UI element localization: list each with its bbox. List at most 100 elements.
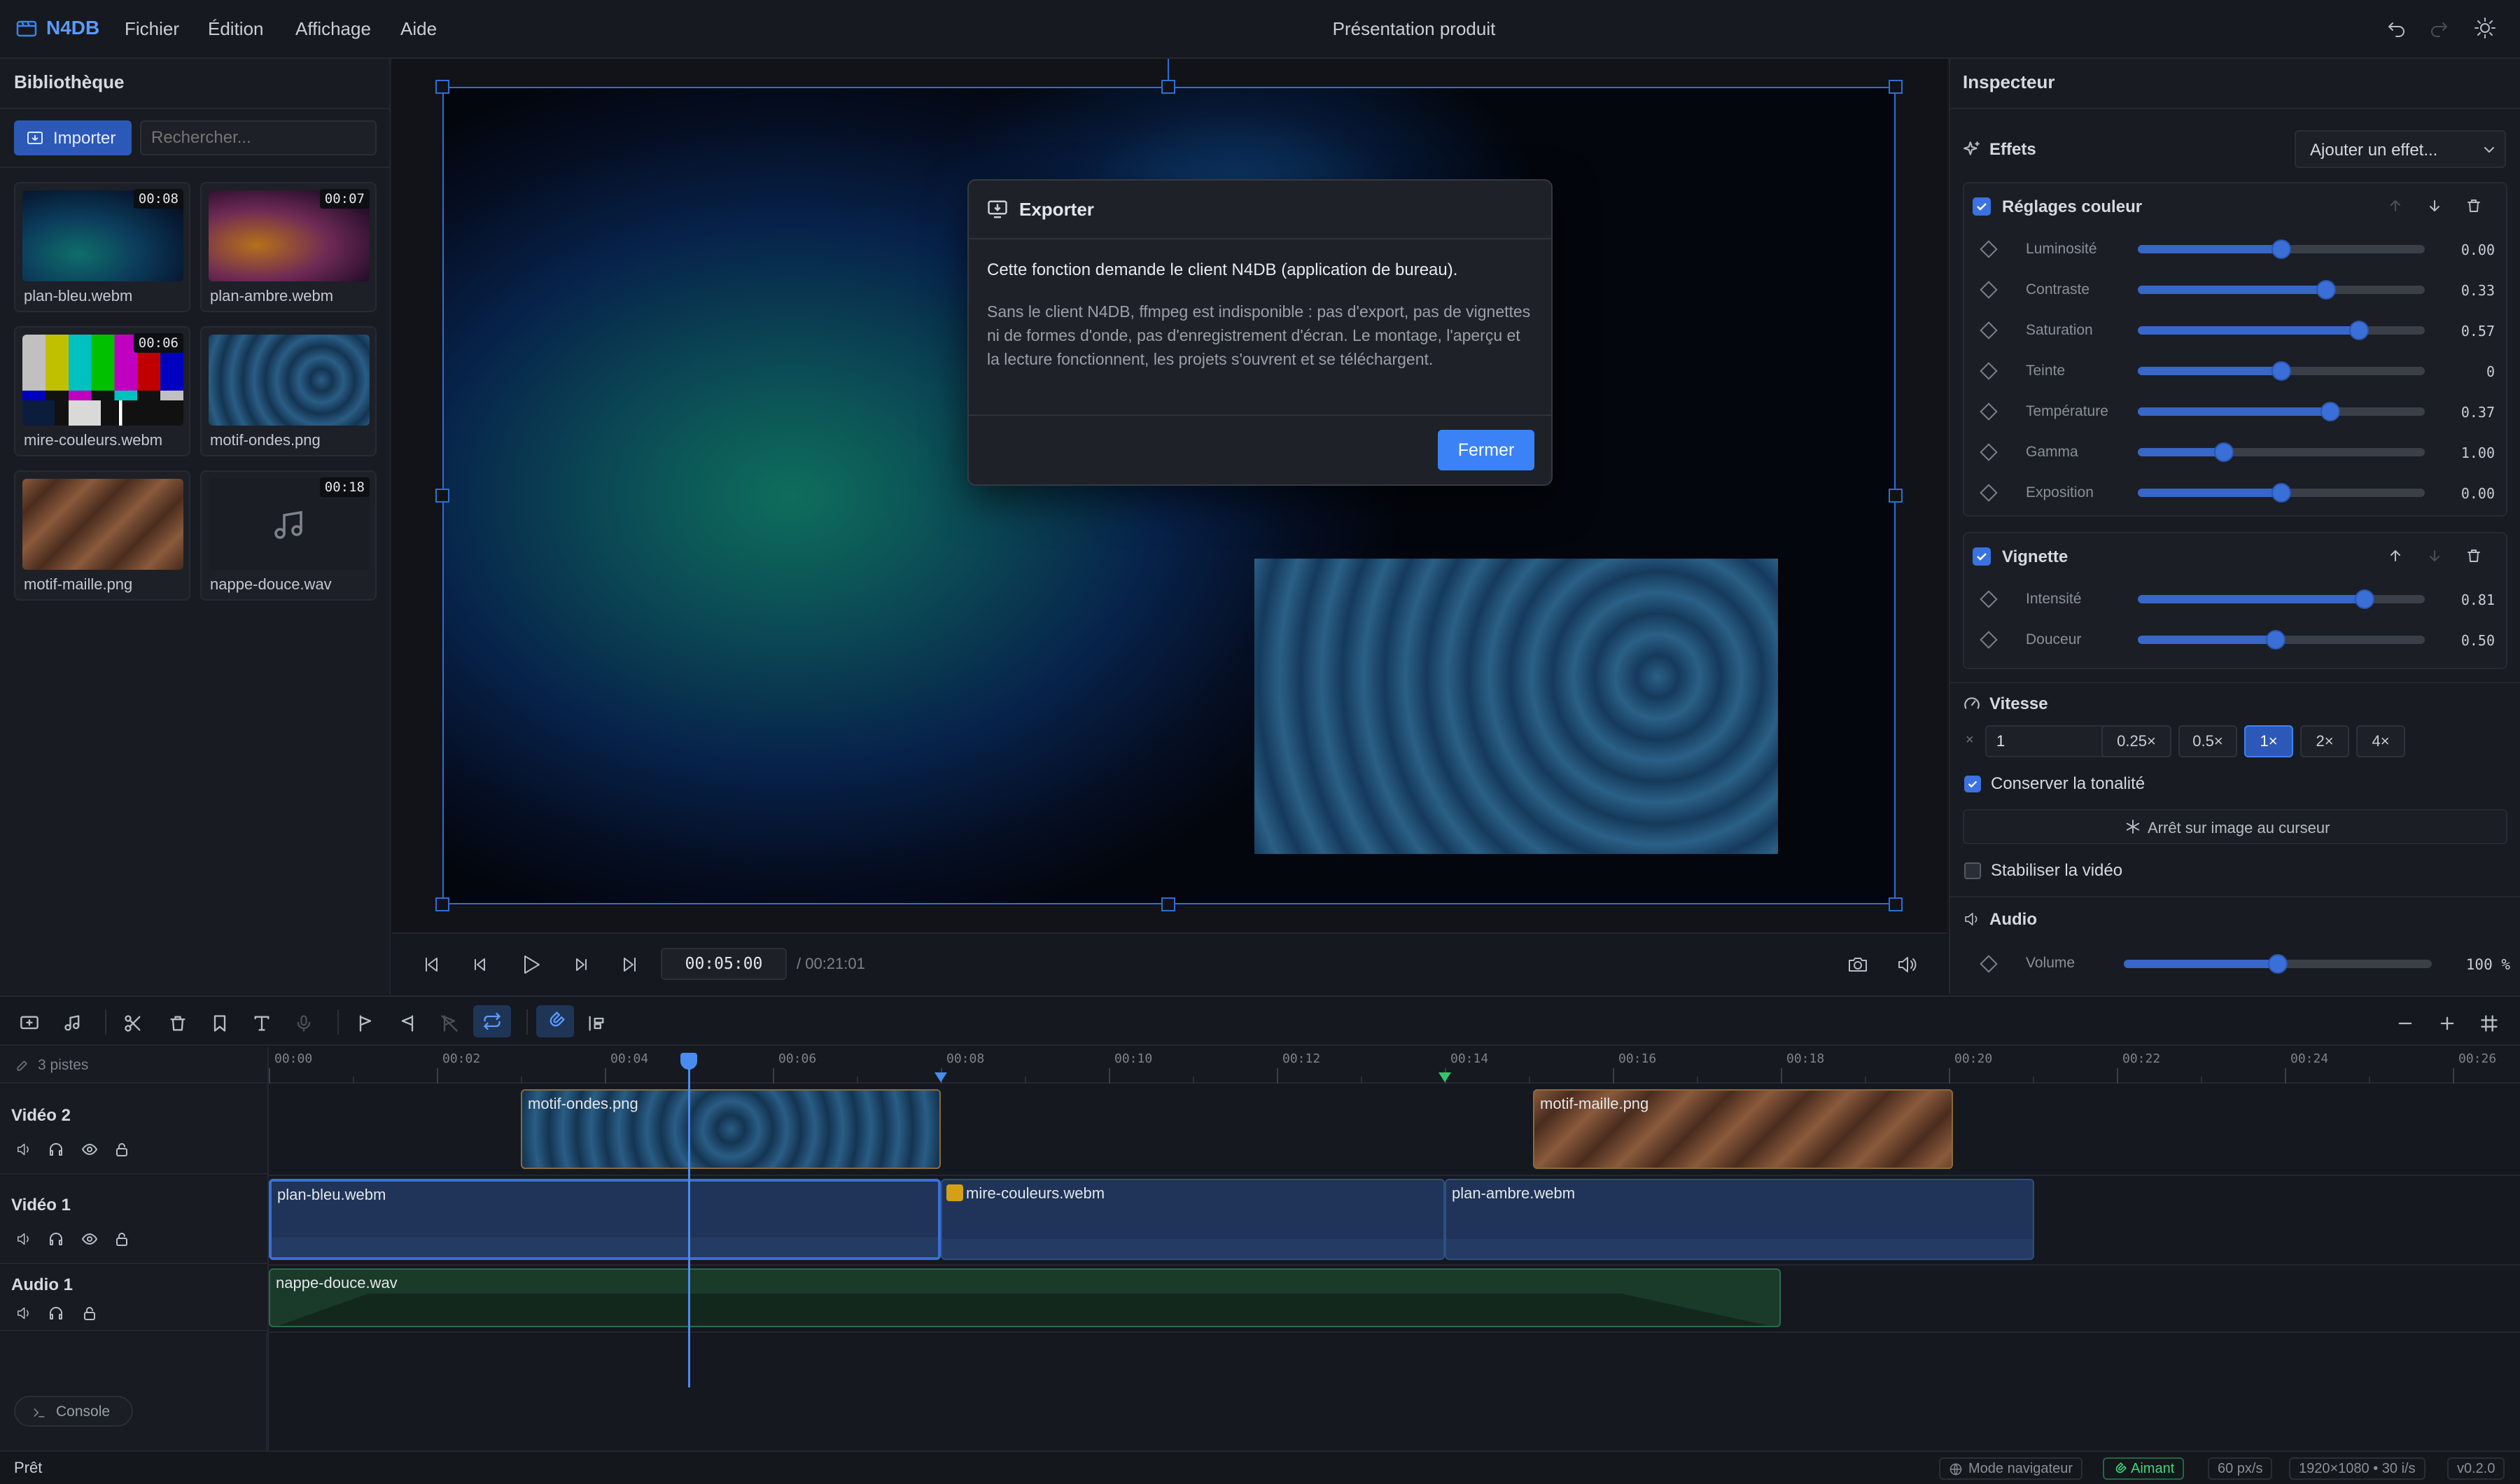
resize-handle[interactable] bbox=[1161, 80, 1175, 94]
resize-handle[interactable] bbox=[1889, 80, 1903, 94]
param-slider[interactable] bbox=[2138, 360, 2425, 382]
mark-out-icon[interactable] bbox=[398, 1014, 417, 1033]
clear-marks-icon[interactable] bbox=[440, 1014, 459, 1033]
magnet-badge[interactable]: Aimant bbox=[2103, 1457, 2185, 1480]
import-button[interactable]: Importer bbox=[14, 120, 132, 155]
keyframe-icon[interactable] bbox=[1980, 362, 1998, 380]
resize-handle[interactable] bbox=[1161, 897, 1175, 911]
color-enabled-checkbox[interactable] bbox=[1973, 197, 1991, 216]
redo-icon[interactable] bbox=[2428, 17, 2450, 39]
volume-slider[interactable] bbox=[2124, 953, 2432, 974]
magnet-toggle[interactable] bbox=[536, 1005, 574, 1037]
move-down-icon[interactable] bbox=[2426, 547, 2443, 564]
timeline-clip[interactable]: nappe-douce.wav bbox=[269, 1268, 1781, 1327]
lock-icon[interactable] bbox=[81, 1305, 98, 1322]
timeline-marker[interactable] bbox=[934, 1072, 947, 1082]
timeline-clip[interactable]: motif-maille.png bbox=[1533, 1089, 1953, 1169]
menu-view[interactable]: Affichage bbox=[295, 18, 371, 40]
keyframe-icon[interactable] bbox=[1980, 240, 1998, 258]
step-back-icon[interactable] bbox=[469, 953, 491, 976]
keyframe-icon[interactable] bbox=[1980, 443, 1998, 461]
mute-icon[interactable] bbox=[15, 1305, 32, 1322]
zoom-out-icon[interactable] bbox=[2395, 1014, 2415, 1033]
microphone-icon[interactable] bbox=[294, 1014, 314, 1033]
param-slider[interactable] bbox=[2138, 320, 2425, 341]
text-icon[interactable] bbox=[252, 1014, 272, 1033]
zoom-in-icon[interactable] bbox=[2437, 1014, 2457, 1033]
menu-help[interactable]: Aide bbox=[400, 18, 437, 40]
speed-preset-button[interactable]: 2× bbox=[2300, 725, 2349, 757]
undo-icon[interactable] bbox=[2386, 17, 2408, 39]
keyframe-icon[interactable] bbox=[1980, 631, 1998, 649]
ripple-icon[interactable] bbox=[587, 1014, 606, 1033]
search-input[interactable] bbox=[140, 120, 377, 155]
resize-handle[interactable] bbox=[435, 489, 449, 503]
param-slider[interactable] bbox=[2138, 239, 2425, 260]
keyframe-icon[interactable] bbox=[1980, 484, 1998, 502]
skip-start-icon[interactable] bbox=[420, 953, 442, 976]
console-button[interactable]: Console bbox=[14, 1396, 133, 1427]
trash-icon[interactable] bbox=[2465, 197, 2482, 214]
keyframe-icon[interactable] bbox=[1980, 402, 1998, 421]
current-time[interactable]: 00:05:00 bbox=[661, 948, 787, 980]
mark-in-icon[interactable] bbox=[356, 1014, 375, 1033]
speed-preset-button-active[interactable]: 1× bbox=[2244, 725, 2293, 757]
resize-handle[interactable] bbox=[1889, 897, 1903, 911]
param-slider[interactable] bbox=[2138, 629, 2425, 650]
time-ruler[interactable] bbox=[269, 1047, 2520, 1084]
scissors-icon[interactable] bbox=[123, 1014, 143, 1033]
trash-icon[interactable] bbox=[168, 1014, 188, 1033]
mute-icon[interactable] bbox=[15, 1231, 32, 1247]
vignette-enabled-checkbox[interactable] bbox=[1973, 547, 1991, 566]
move-down-icon[interactable] bbox=[2426, 197, 2443, 214]
headphones-icon[interactable] bbox=[48, 1231, 64, 1247]
loop-toggle[interactable] bbox=[473, 1005, 511, 1037]
camera-icon[interactable] bbox=[1847, 953, 1869, 976]
library-item[interactable]: 00:07 plan-ambre.webm bbox=[200, 182, 377, 312]
speed-preset-button[interactable]: 4× bbox=[2356, 725, 2405, 757]
headphones-icon[interactable] bbox=[48, 1305, 64, 1322]
timeline-clip[interactable]: mire-couleurs.webm bbox=[941, 1179, 1445, 1260]
playhead-line[interactable] bbox=[688, 1068, 690, 1387]
keyframe-icon[interactable] bbox=[1980, 281, 1998, 299]
add-video-track-icon[interactable] bbox=[20, 1014, 39, 1033]
volume-icon[interactable] bbox=[1896, 953, 1918, 976]
eye-icon[interactable] bbox=[81, 1141, 98, 1158]
trash-icon[interactable] bbox=[2465, 547, 2482, 564]
timeline-area[interactable]: 00:00 00:02 00:04 00:06 00:08 00:10 00:12 00:14… bbox=[269, 1047, 2520, 1459]
keep-pitch-checkbox[interactable] bbox=[1964, 776, 1981, 792]
bookmark-icon[interactable] bbox=[210, 1014, 230, 1033]
library-item[interactable]: 00:08 plan-bleu.webm bbox=[14, 182, 190, 312]
lock-icon[interactable] bbox=[113, 1231, 130, 1247]
headphones-icon[interactable] bbox=[48, 1141, 64, 1158]
speed-preset-button[interactable]: 0.5× bbox=[2178, 725, 2237, 757]
move-up-icon[interactable] bbox=[2387, 547, 2404, 564]
add-audio-track-icon[interactable] bbox=[63, 1014, 83, 1033]
eye-icon[interactable] bbox=[81, 1231, 98, 1247]
param-slider[interactable] bbox=[2138, 482, 2425, 503]
param-slider[interactable] bbox=[2138, 279, 2425, 300]
keyframe-icon[interactable] bbox=[1980, 590, 1998, 608]
menu-edit[interactable]: Édition bbox=[208, 18, 264, 40]
fit-icon[interactable] bbox=[2479, 1014, 2499, 1033]
speed-input[interactable]: 1 bbox=[1985, 725, 2111, 757]
move-up-icon[interactable] bbox=[2387, 197, 2404, 214]
keyframe-icon[interactable] bbox=[1980, 321, 1998, 340]
mute-icon[interactable] bbox=[15, 1141, 32, 1158]
param-slider[interactable] bbox=[2138, 589, 2425, 610]
menu-file[interactable]: Fichier bbox=[125, 18, 179, 40]
library-item[interactable]: 00:06 mire-couleurs.webm bbox=[14, 326, 190, 456]
step-forward-icon[interactable] bbox=[570, 953, 592, 976]
stabilize-checkbox[interactable] bbox=[1964, 862, 1981, 879]
lock-icon[interactable] bbox=[113, 1141, 130, 1158]
param-slider[interactable] bbox=[2138, 401, 2425, 422]
play-icon[interactable] bbox=[518, 952, 543, 977]
library-item[interactable]: 00:18 nappe-douce.wav bbox=[200, 470, 377, 601]
theme-icon[interactable] bbox=[2474, 17, 2496, 39]
keyframe-icon[interactable] bbox=[1980, 955, 1998, 973]
playhead-handle[interactable] bbox=[680, 1053, 697, 1070]
resize-handle[interactable] bbox=[435, 80, 449, 94]
param-slider[interactable] bbox=[2138, 442, 2425, 463]
close-button[interactable]: Fermer bbox=[1438, 430, 1534, 470]
timeline-marker[interactable] bbox=[1438, 1072, 1451, 1082]
